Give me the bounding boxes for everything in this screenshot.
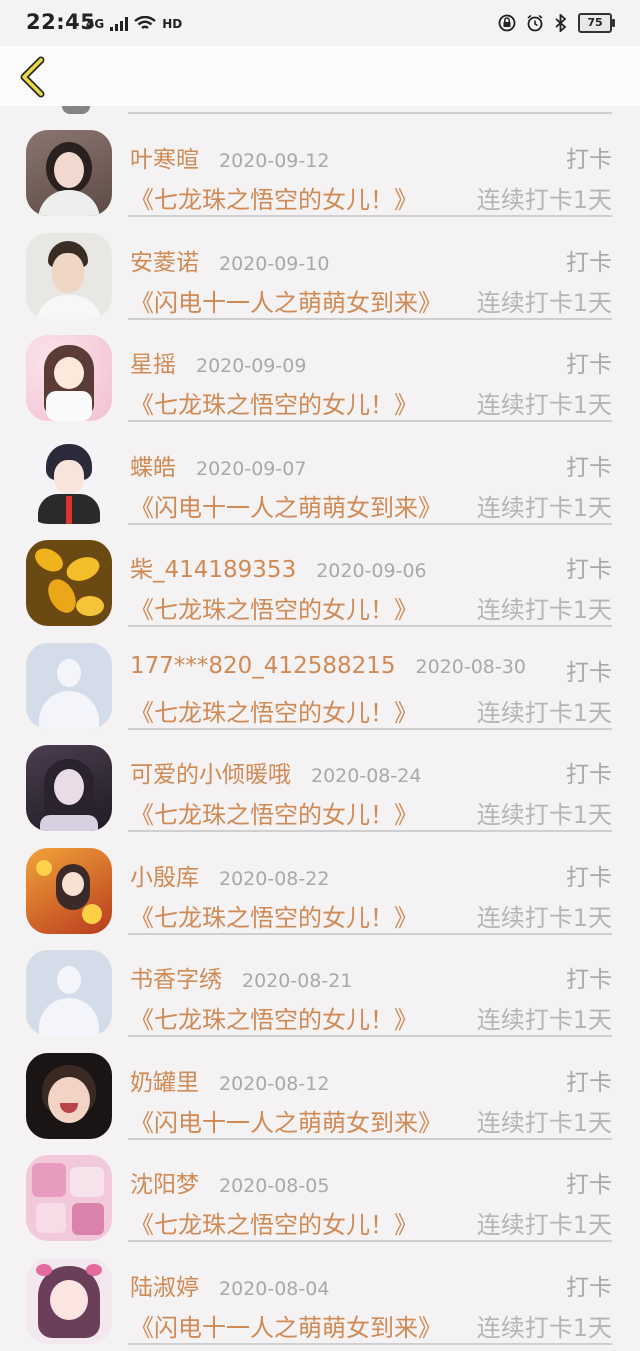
lock-rotation-icon [498, 14, 516, 32]
avatar[interactable] [26, 1052, 112, 1139]
user-name-text: 柴_414189353 [130, 557, 297, 583]
user-name-text: 可爱的小倾暖哦 [130, 762, 291, 788]
user-name: 奶罐里 2020-08-12 [130, 1063, 329, 1097]
checkin-date: 2020-08-30 [415, 655, 526, 678]
user-name-text: 177***820_412588215 [130, 652, 396, 679]
user-name: 可爱的小倾暖哦 2020-08-24 [130, 755, 421, 789]
user-name-text: 蝶皓 [130, 454, 176, 481]
user-name: 星摇 2020-09-09 [130, 345, 306, 379]
top-bar [0, 46, 640, 106]
checkin-date: 2020-08-21 [242, 970, 353, 992]
checkin-date: 2020-09-09 [196, 355, 307, 377]
user-name: 书香字绣 2020-08-21 [130, 960, 352, 994]
status-time: 22:45 [26, 10, 96, 34]
list-item[interactable]: 星摇 2020-09-09 打卡 《七龙珠之悟空的女儿！》 连续打卡1天 [0, 311, 640, 422]
avatar[interactable] [26, 232, 112, 319]
divider [128, 1342, 612, 1345]
checkin-tag: 打卡 [566, 352, 612, 378]
list-item[interactable]: 小殷库 2020-08-22 打卡 《七龙珠之悟空的女儿！》 连续打卡1天 [0, 824, 640, 935]
user-name-text: 叶寒暄 [130, 147, 199, 173]
user-name: 小殷库 2020-08-22 [130, 858, 329, 892]
wifi-icon [134, 16, 156, 29]
checkin-list[interactable]: 叶寒暄 2020-09-12 打卡 《七龙珠之悟空的女儿！》 连续打卡1天 安菱诺 2020… [0, 106, 640, 1351]
avatar[interactable] [26, 642, 112, 729]
list-item[interactable]: 安菱诺 2020-09-10 打卡 《闪电十一人之萌萌女到来》 连续打卡1天 [0, 209, 640, 320]
list-item[interactable]: 蝶皓 2020-09-07 打卡 《闪电十一人之萌萌女到来》 连续打卡1天 [0, 414, 640, 525]
user-name: 安菱诺 2020-09-10 [130, 243, 329, 277]
checkin-date: 2020-08-04 [219, 1277, 330, 1300]
status-bar: 22:45 4G HD 75 [0, 0, 640, 46]
list-item[interactable]: 奶罐里 2020-08-12 打卡 《闪电十一人之萌萌女到来》 连续打卡1天 [0, 1029, 640, 1140]
list-item[interactable]: 叶寒暄 2020-09-12 打卡 《七龙珠之悟空的女儿！》 连续打卡1天 [0, 106, 640, 217]
checkin-tag: 打卡 [566, 557, 612, 583]
checkin-tag: 打卡 [566, 864, 612, 891]
list-item[interactable]: 沈阳梦 2020-08-05 打卡 《七龙珠之悟空的女儿！》 连续打卡1天 [0, 1131, 640, 1242]
list-item[interactable]: 书香字绣 2020-08-21 打卡 《七龙珠之悟空的女儿！》 连续打卡1天 [0, 926, 640, 1037]
checkin-date: 2020-09-12 [219, 150, 330, 172]
avatar[interactable] [26, 437, 112, 524]
user-name: 叶寒暄 2020-09-12 [130, 140, 329, 174]
streak-text: 连续打卡1天 [476, 1313, 612, 1342]
avatar[interactable] [26, 1155, 112, 1241]
checkin-date: 2020-08-22 [219, 867, 330, 890]
chevron-left-icon [20, 56, 45, 98]
list-item[interactable]: 177***820_412588215 2020-08-30 打卡 《七龙珠之悟空的女… [0, 619, 640, 730]
checkin-tag: 打卡 [566, 967, 612, 993]
checkin-tag: 打卡 [566, 249, 612, 276]
user-name-text: 安菱诺 [130, 249, 199, 276]
checkin-date: 2020-08-24 [311, 765, 422, 787]
avatar[interactable] [26, 745, 112, 831]
checkin-date: 2020-09-10 [219, 252, 330, 275]
network-label: 4G [86, 17, 105, 31]
back-button[interactable] [14, 54, 54, 100]
user-name: 陆淑婷 2020-08-04 [130, 1268, 329, 1302]
user-name: 柴_414189353 2020-09-06 [130, 550, 427, 584]
checkin-tag: 打卡 [566, 1069, 612, 1096]
status-right-icons: 75 [498, 13, 615, 33]
checkin-tag: 打卡 [566, 1172, 612, 1198]
avatar[interactable] [26, 847, 112, 934]
avatar[interactable] [26, 130, 112, 216]
list-item[interactable]: 可爱的小倾暖哦 2020-08-24 打卡 《七龙珠之悟空的女儿！》 连续打卡1天 [0, 721, 640, 832]
checkin-tag: 打卡 [566, 454, 612, 481]
user-name: 蝶皓 2020-09-07 [130, 448, 306, 482]
checkin-tag: 打卡 [566, 147, 612, 173]
list-item[interactable]: 陆淑婷 2020-08-04 打卡《闪电十一人之萌萌女到来》 连续打卡1天 [0, 1234, 640, 1345]
checkin-date: 2020-09-07 [196, 457, 307, 480]
user-name: 177***820_412588215 2020-08-30 [130, 653, 526, 679]
user-name-text: 星摇 [130, 352, 176, 378]
status-left-icons: 4G HD [86, 16, 182, 32]
checkin-tag: 打卡 [566, 659, 612, 686]
checkin-tag: 打卡 [566, 1274, 612, 1301]
checkin-date: 2020-08-12 [219, 1072, 330, 1095]
alarm-icon [527, 14, 543, 32]
battery-indicator: 75 [578, 13, 615, 33]
list-item[interactable]: 柴_414189353 2020-09-06 打卡 《七龙珠之悟空的女儿！》 连续打卡1… [0, 516, 640, 627]
avatar[interactable] [26, 950, 112, 1036]
user-name-text: 奶罐里 [130, 1069, 199, 1096]
user-name: 沈阳梦 2020-08-05 [130, 1165, 329, 1199]
checkin-date: 2020-08-05 [219, 1175, 330, 1197]
book-title[interactable]: 《闪电十一人之萌萌女到来》 [130, 1308, 442, 1343]
avatar[interactable] [26, 1257, 112, 1344]
user-name-text: 书香字绣 [130, 967, 222, 993]
checkin-tag: 打卡 [566, 762, 612, 788]
bluetooth-icon [555, 14, 567, 32]
hd-label: HD [162, 17, 183, 31]
user-name-text: 沈阳梦 [130, 1172, 199, 1198]
avatar[interactable] [26, 540, 112, 626]
signal-icon [110, 17, 129, 31]
avatar[interactable] [26, 335, 112, 421]
user-name-text: 小殷库 [130, 864, 199, 891]
user-name-text: 陆淑婷 [130, 1274, 199, 1301]
checkin-date: 2020-09-06 [316, 560, 427, 582]
